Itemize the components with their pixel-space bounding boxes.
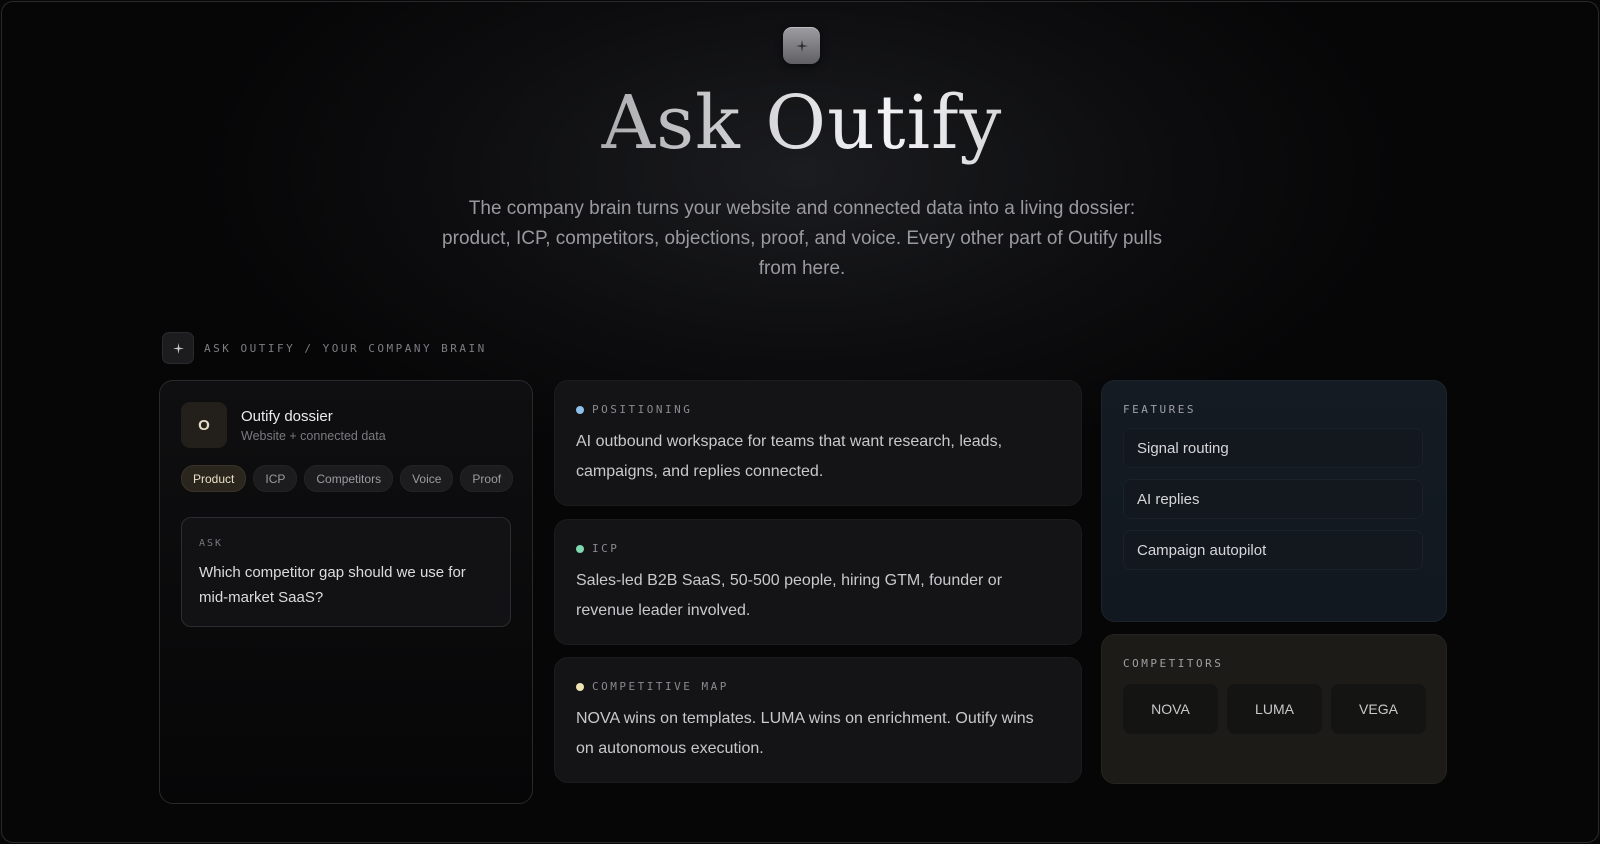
dossier-title: Outify dossier [241,408,333,425]
chip-product[interactable]: Product [181,465,247,492]
chip-icp[interactable]: ICP [253,465,298,492]
card-label: ICP [576,542,619,555]
page-title: Ask Outify [2,80,1598,166]
competitor-nova[interactable]: NOVA [1123,684,1218,734]
sparkle-icon [795,39,808,52]
competitors-label: COMPETITORS [1123,657,1224,670]
breadcrumb-text: ASK OUTIFY / YOUR COMPANY BRAIN [204,341,487,355]
feature-item[interactable]: Campaign autopilot [1123,530,1423,570]
avatar: O [181,402,227,448]
features-panel: FEATURES Signal routing AI replies Campa… [1101,380,1447,622]
features-label: FEATURES [1123,403,1196,416]
card-label-text: POSITIONING [592,403,693,416]
breadcrumb: ASK OUTIFY / YOUR COMPANY BRAIN [162,332,487,364]
topic-chips: Product ICP Competitors Voice Proof [181,465,514,492]
competitive-map-card: COMPETITIVE MAP NOVA wins on templates. … [554,657,1082,783]
card-text: NOVA wins on templates. LUMA wins on enr… [576,710,1034,757]
card-label-text: ICP [592,542,620,555]
page-subtitle: The company brain turns your website and… [442,198,1162,279]
card-label: COMPETITIVE MAP [576,680,729,693]
card-text: Sales-led B2B SaaS, 50-500 people, hirin… [576,572,1003,619]
ask-question: Which competitor gap should we use for m… [199,564,466,606]
chip-voice[interactable]: Voice [400,465,454,492]
ask-box[interactable]: ASK Which competitor gap should we use f… [181,517,511,627]
ask-label: ASK [199,538,224,549]
feature-item[interactable]: AI replies [1123,479,1423,519]
chip-proof[interactable]: Proof [460,465,514,492]
competitor-vega[interactable]: VEGA [1331,684,1426,734]
competitor-luma[interactable]: LUMA [1227,684,1322,734]
status-dot [576,405,584,414]
app-window: Ask Outify The company brain turns your … [1,1,1599,843]
positioning-card: POSITIONING AI outbound workspace for te… [554,380,1082,506]
card-text: AI outbound workspace for teams that wan… [576,433,1003,480]
icp-card: ICP Sales-led B2B SaaS, 50-500 people, h… [554,519,1082,645]
card-label: POSITIONING [576,403,692,416]
competitors-panel: COMPETITORS NOVA LUMA VEGA [1101,634,1447,784]
status-dot [576,544,584,553]
competitor-list: NOVA LUMA VEGA [1123,684,1426,734]
feature-item[interactable]: Signal routing [1123,428,1423,468]
dossier-subtitle: Website + connected data [241,429,386,443]
sparkle-icon [162,332,194,364]
brand-logo [783,27,820,64]
status-dot [576,682,584,691]
chip-competitors[interactable]: Competitors [304,465,394,492]
card-label-text: COMPETITIVE MAP [592,680,729,693]
dossier-panel: O Outify dossier Website + connected dat… [159,380,533,804]
